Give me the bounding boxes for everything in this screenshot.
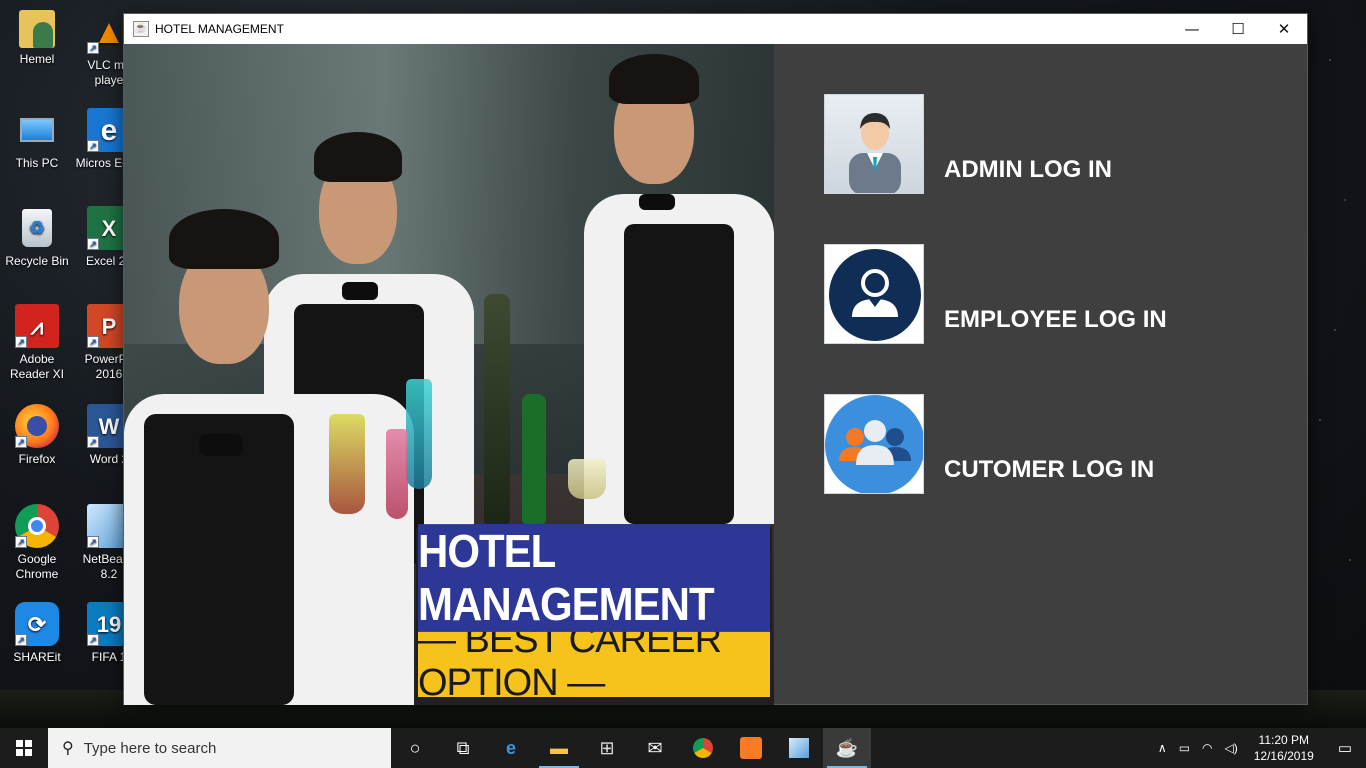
customer-login-option[interactable]: CUTOMER LOG IN xyxy=(824,394,1154,494)
photo-glass xyxy=(329,414,365,514)
windows-logo-icon xyxy=(16,740,32,756)
close-button[interactable]: ✕ xyxy=(1261,14,1307,44)
task-view-button[interactable]: ⧉ xyxy=(439,728,487,768)
shortcut-arrow-icon: ↗ xyxy=(87,536,99,548)
admin-login-option[interactable]: ADMIN LOG IN xyxy=(824,94,1112,194)
photo-glass xyxy=(406,379,432,489)
photo-waitress-left xyxy=(124,164,424,705)
shortcut-arrow-icon: ↗ xyxy=(87,42,99,54)
admin-login-label[interactable]: ADMIN LOG IN xyxy=(944,156,1112,184)
hotel-management-window: ☕ HOTEL MANAGEMENT — ☐ ✕ HOTEL MANAGEMEN… xyxy=(123,13,1308,705)
start-button[interactable] xyxy=(0,728,48,768)
shortcut-arrow-icon: ↗ xyxy=(87,140,99,152)
shortcut-arrow-icon: ↗ xyxy=(15,436,27,448)
customer-group-icon[interactable] xyxy=(824,394,924,494)
desktop-icon-label: SHAREit xyxy=(13,650,61,664)
shortcut-arrow-icon: ↗ xyxy=(87,238,99,250)
cortana-button[interactable]: ○ xyxy=(391,728,439,768)
chrome-icon xyxy=(693,738,713,758)
desktop-icon-label: Adobe Reader XI xyxy=(9,352,65,381)
hotel-staff-photo: HOTEL MANAGEMENT — BEST CAREER OPTION — xyxy=(124,44,774,705)
desktop-icon-label: FIFA 1 xyxy=(91,650,127,664)
clock-time: 11:20 PM xyxy=(1258,733,1310,747)
edge-icon: e xyxy=(505,737,516,758)
desktop-icon-label: Recycle Bin xyxy=(5,254,69,268)
shortcut-arrow-icon: ↗ xyxy=(87,634,99,646)
show-hidden-icons-icon[interactable]: ∧ xyxy=(1152,741,1173,755)
taskbar-mail[interactable]: ✉ xyxy=(631,728,679,768)
photo-bottle xyxy=(484,294,510,524)
volume-icon[interactable]: ◁) xyxy=(1219,741,1244,755)
battery-icon[interactable]: ▭ xyxy=(1173,741,1196,755)
desktop-icon-adobe-reader[interactable]: ⩘ ↗ Adobe Reader XI xyxy=(2,304,72,382)
taskbar-store[interactable]: ⊞ xyxy=(583,728,631,768)
adobe-reader-icon: ⩘ ↗ xyxy=(15,304,59,348)
task-view-icon: ⧉ xyxy=(456,737,470,758)
desktop-icon-label: Google Chrome xyxy=(15,552,59,581)
photo-waiter-right xyxy=(564,44,774,524)
recycle-bin-icon: ♻ xyxy=(15,206,59,250)
taskbar: ⚲ Type here to search ○ ⧉ e ▬ ⊞ ✉ ☕ ∧ ▭ … xyxy=(0,728,1366,768)
window-title: HOTEL MANAGEMENT xyxy=(155,22,284,36)
cortana-circle-icon: ○ xyxy=(409,737,421,758)
xampp-icon xyxy=(740,737,762,759)
banner-title: HOTEL MANAGEMENT xyxy=(418,524,770,632)
shortcut-arrow-icon: ↗ xyxy=(87,336,99,348)
desktop-icon-shareit[interactable]: ⟳ ↗ SHAREit xyxy=(2,602,72,665)
system-tray: ∧ ▭ ◠ ◁) 11:20 PM 12/16/2019 ▭ xyxy=(1152,728,1366,768)
desktop-icon-label: This PC xyxy=(15,156,59,170)
shareit-icon: ⟳ ↗ xyxy=(15,602,59,646)
taskbar-clock[interactable]: 11:20 PM 12/16/2019 xyxy=(1244,732,1324,764)
action-center-icon[interactable]: ▭ xyxy=(1324,739,1366,757)
clock-date: 12/16/2019 xyxy=(1253,749,1314,763)
customer-login-label[interactable]: CUTOMER LOG IN xyxy=(944,456,1154,484)
desktop-icon-label: Hemel xyxy=(19,52,55,66)
shortcut-arrow-icon: ↗ xyxy=(87,436,99,448)
search-icon: ⚲ xyxy=(62,740,74,757)
folder-icon: ▬ xyxy=(550,737,568,758)
shortcut-arrow-icon: ↗ xyxy=(15,336,27,348)
taskbar-chrome[interactable] xyxy=(679,728,727,768)
shortcut-arrow-icon: ↗ xyxy=(15,634,27,646)
taskbar-xampp[interactable] xyxy=(727,728,775,768)
photo-bottle xyxy=(522,394,546,524)
desktop-icon-recycle-bin[interactable]: ♻ Recycle Bin xyxy=(2,206,72,269)
taskbar-file-explorer[interactable]: ▬ xyxy=(535,728,583,768)
employee-icon[interactable] xyxy=(824,244,924,344)
computer-icon xyxy=(15,108,59,152)
banner-subtitle: — BEST CAREER OPTION — xyxy=(418,619,770,704)
maximize-button[interactable]: ☐ xyxy=(1215,14,1261,44)
taskbar-netbeans[interactable] xyxy=(775,728,823,768)
shortcut-arrow-icon: ↗ xyxy=(15,536,27,548)
photo-glass xyxy=(386,429,408,519)
hotel-management-banner: HOTEL MANAGEMENT — BEST CAREER OPTION — xyxy=(416,524,772,704)
java-icon: ☕ xyxy=(835,737,859,758)
desktop-icon-label: Firefox xyxy=(18,452,56,466)
netbeans-icon xyxy=(789,738,809,758)
desktop-icon-firefox[interactable]: ↗ Firefox xyxy=(2,404,72,467)
wifi-icon[interactable]: ◠ xyxy=(1196,741,1218,755)
store-bag-icon: ⊞ xyxy=(599,737,615,758)
taskbar-search-box[interactable]: ⚲ Type here to search xyxy=(48,728,391,768)
chrome-icon: ↗ xyxy=(15,504,59,548)
login-panel: ADMIN LOG IN EMPLOYEE LOG IN CUTOMER LOG… xyxy=(774,44,1307,704)
folder-user-icon xyxy=(19,10,55,48)
java-app-icon: ☕ xyxy=(133,21,149,37)
title-bar[interactable]: ☕ HOTEL MANAGEMENT — ☐ ✕ xyxy=(124,14,1307,44)
admin-icon[interactable] xyxy=(824,94,924,194)
search-placeholder: Type here to search xyxy=(83,739,217,757)
window-content: HOTEL MANAGEMENT — BEST CAREER OPTION — … xyxy=(124,44,1307,705)
firefox-icon: ↗ xyxy=(15,404,59,448)
minimize-button[interactable]: — xyxy=(1169,14,1215,44)
photo-glass xyxy=(568,459,606,499)
employee-login-label[interactable]: EMPLOYEE LOG IN xyxy=(944,306,1167,334)
taskbar-edge[interactable]: e xyxy=(487,728,535,768)
desktop-icon-google-chrome[interactable]: ↗ Google Chrome xyxy=(2,504,72,582)
employee-login-option[interactable]: EMPLOYEE LOG IN xyxy=(824,244,1167,344)
mail-icon: ✉ xyxy=(647,737,663,758)
desktop-icon-hemel[interactable]: Hemel xyxy=(2,10,72,67)
desktop-icon-this-pc[interactable]: This PC xyxy=(2,108,72,171)
taskbar-java-app[interactable]: ☕ xyxy=(823,728,871,768)
